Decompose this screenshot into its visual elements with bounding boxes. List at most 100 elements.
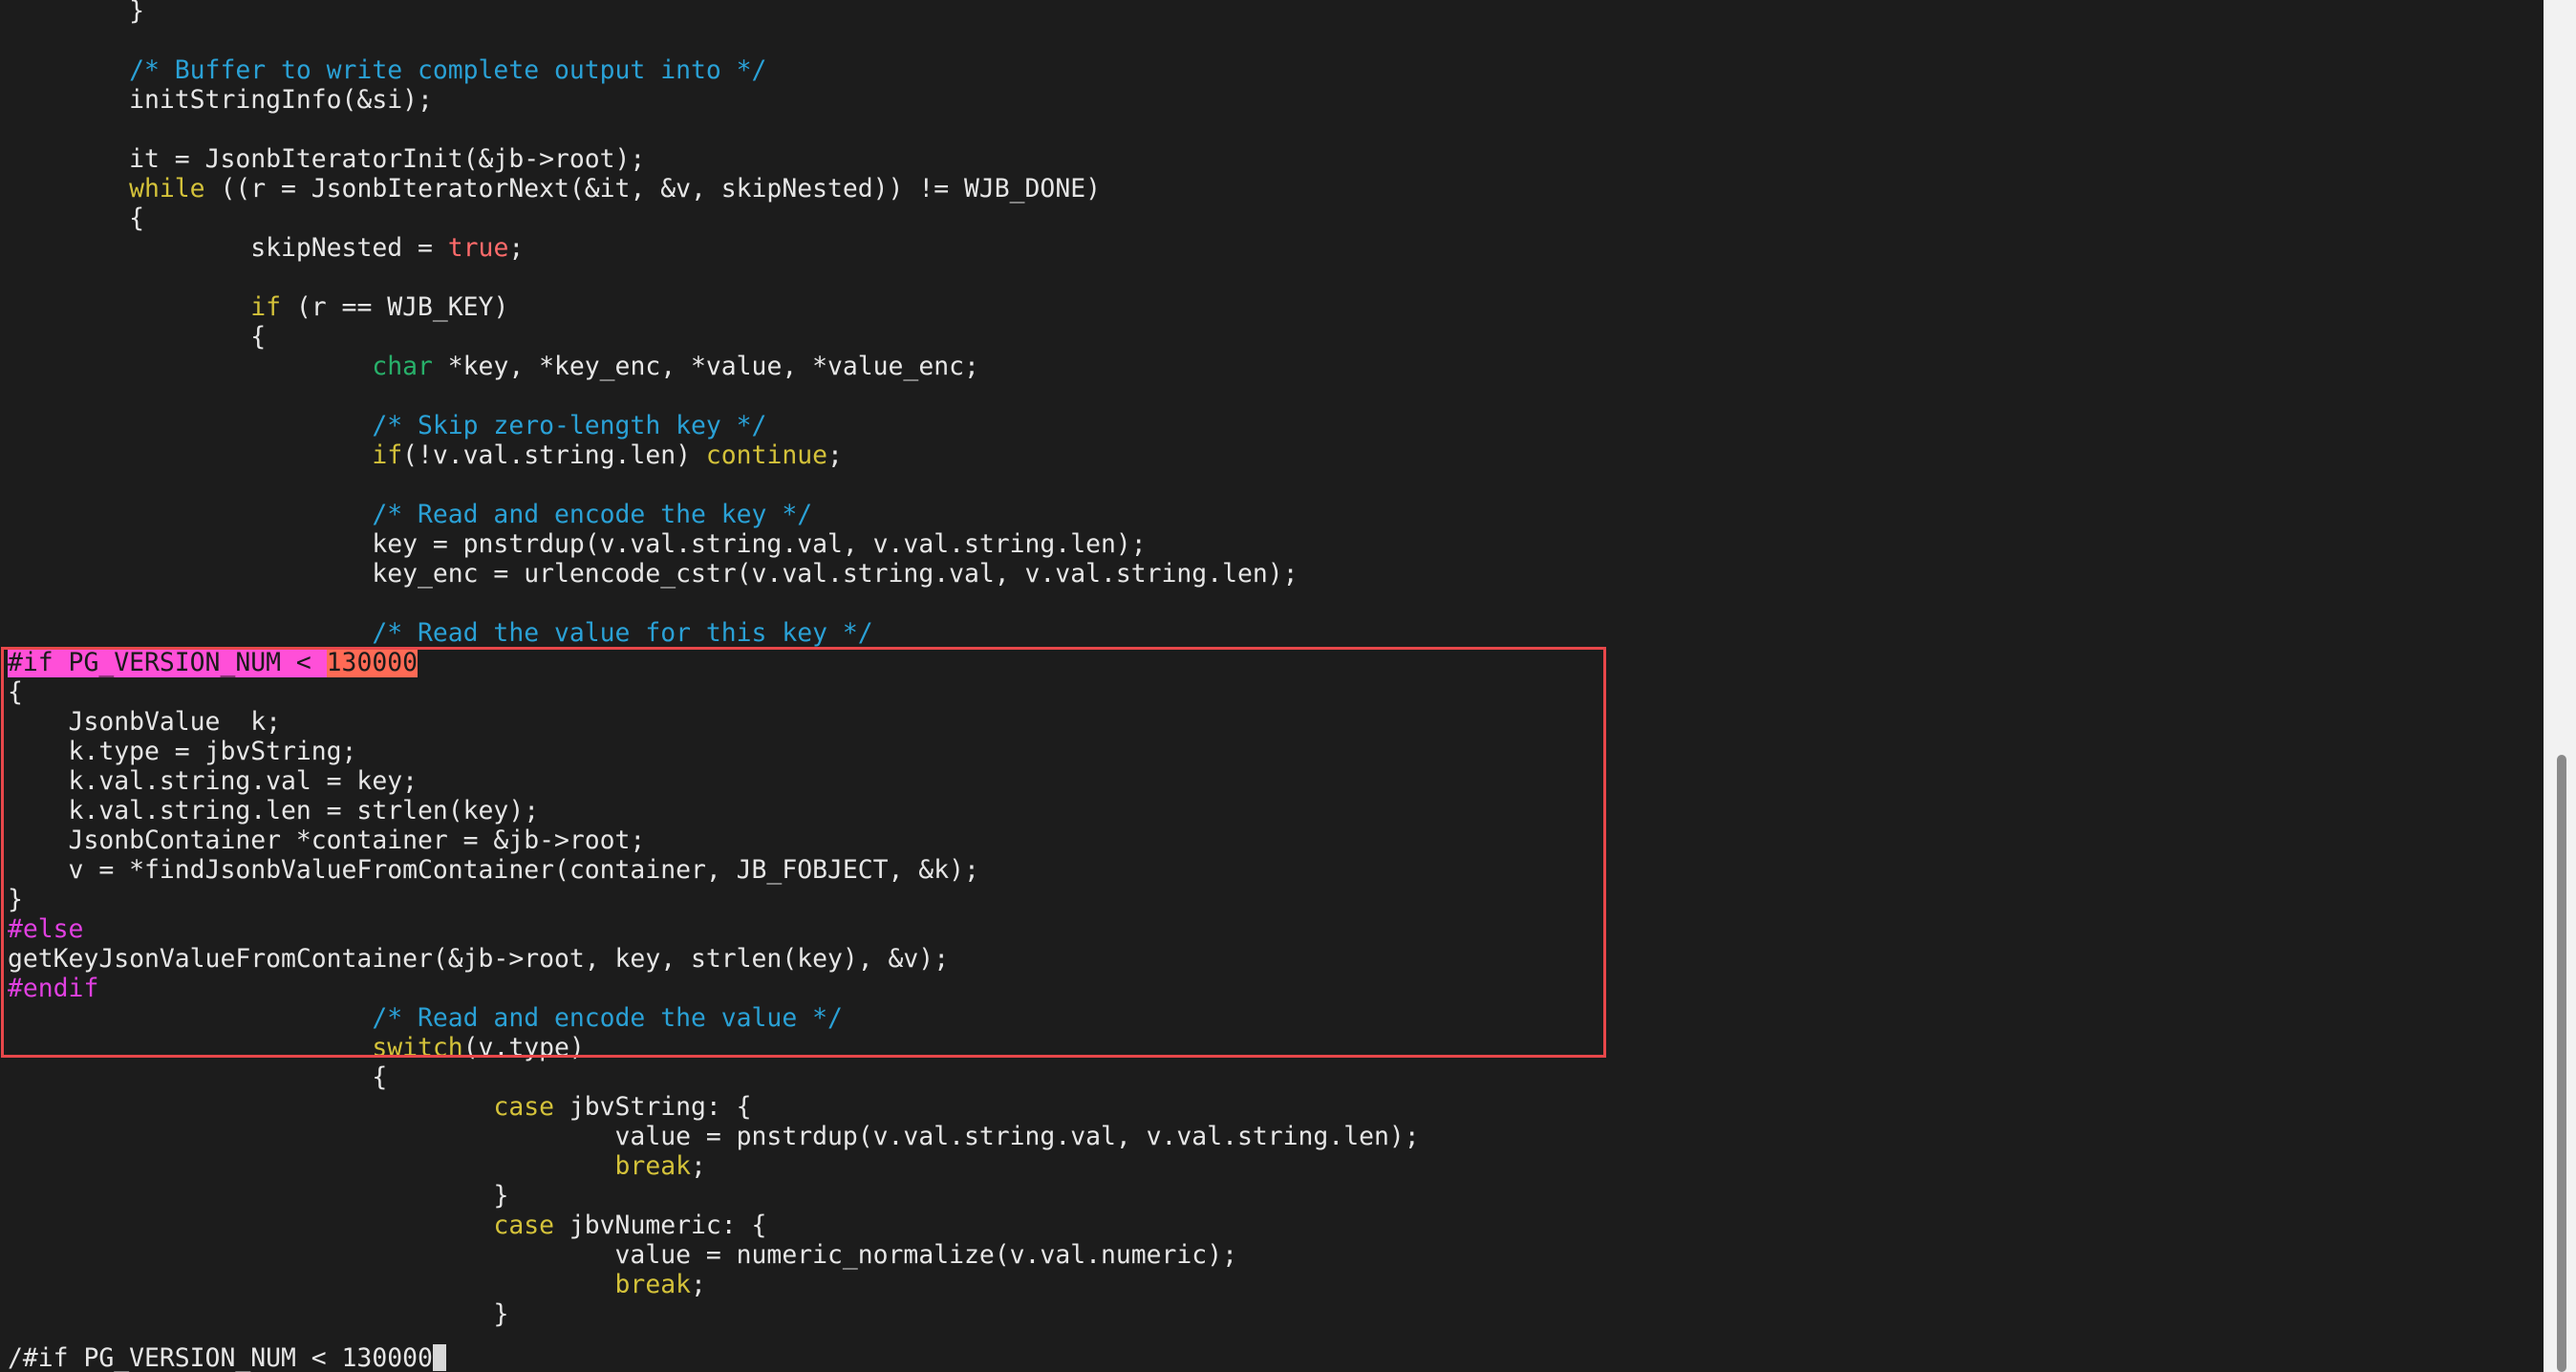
- code-token: case: [493, 1092, 554, 1122]
- code-token: }: [8, 0, 144, 26]
- code-token: skipNested =: [8, 233, 448, 263]
- code-token: /* Read the value for this key */: [8, 618, 873, 648]
- code-token: #endif: [8, 974, 99, 1003]
- code-token: case: [493, 1211, 554, 1240]
- code-line: #if PG_VERSION_NUM < 130000: [8, 648, 419, 677]
- code-token: k.val.string.len = strlen(key);: [8, 796, 540, 825]
- code-line: /* Buffer to write complete output into …: [8, 55, 766, 85]
- code-line: k.type = jbvString;: [8, 737, 357, 766]
- code-line: /* Skip zero-length key */: [8, 411, 766, 440]
- code-line: key = pnstrdup(v.val.string.val, v.val.s…: [8, 529, 1146, 559]
- code-token: value = numeric_normalize(v.val.numeric)…: [8, 1240, 1237, 1270]
- code-token: continue: [705, 440, 827, 470]
- code-token: ;: [691, 1270, 706, 1299]
- code-token: k.type = jbvString;: [8, 737, 357, 766]
- code-line: }: [8, 1299, 508, 1329]
- code-line: if (r == WJB_KEY): [8, 292, 508, 322]
- code-line: char *key, *key_enc, *value, *value_enc;: [8, 352, 979, 381]
- code-line: break;: [8, 1151, 706, 1181]
- code-line: case jbvNumeric: {: [8, 1211, 766, 1240]
- search-match-text: 130000: [326, 648, 419, 677]
- code-token: it = JsonbIteratorInit(&jb->root);: [8, 144, 646, 174]
- code-token: key_enc = urlencode_cstr(v.val.string.va…: [8, 559, 1299, 589]
- code-line: key_enc = urlencode_cstr(v.val.string.va…: [8, 559, 1299, 589]
- vim-editor-buffer[interactable]: } /* Buffer to write complete output int…: [0, 0, 2542, 1338]
- code-token: jbvString: {: [554, 1092, 752, 1122]
- code-token: /* Read and encode the value */: [8, 1003, 843, 1033]
- code-token: if: [372, 440, 403, 470]
- code-token: /* Buffer to write complete output into …: [8, 55, 767, 85]
- code-line: }: [8, 0, 144, 26]
- code-line: while ((r = JsonbIteratorNext(&it, &v, s…: [8, 174, 1101, 204]
- code-line: JsonbValue k;: [8, 707, 281, 737]
- scrollbar-thumb[interactable]: [2557, 755, 2566, 1372]
- code-line: /* Read the value for this key */: [8, 618, 873, 648]
- code-token: break: [614, 1270, 691, 1299]
- code-token: (!v.val.string.len): [402, 440, 706, 470]
- code-token: ((r = JsonbIteratorNext(&it, &v, skipNes…: [204, 174, 1101, 204]
- search-command-text: /#if PG_VERSION_NUM < 130000: [8, 1343, 433, 1372]
- code-line: if(!v.val.string.len) continue;: [8, 440, 843, 470]
- code-token: }: [8, 1299, 509, 1329]
- code-line: k.val.string.val = key;: [8, 766, 418, 796]
- code-line: break;: [8, 1270, 706, 1299]
- code-line: {: [8, 677, 23, 707]
- code-token: while: [129, 174, 205, 204]
- code-token: {: [8, 322, 267, 352]
- code-line: case jbvString: {: [8, 1092, 752, 1122]
- code-token: /* Skip zero-length key */: [8, 411, 767, 440]
- code-line: initStringInfo(&si);: [8, 85, 433, 115]
- code-line: }: [8, 1181, 508, 1211]
- code-token: #else: [8, 914, 84, 944]
- code-token: value = pnstrdup(v.val.string.val, v.val…: [8, 1122, 1420, 1151]
- code-token: JsonbValue k;: [8, 707, 281, 737]
- code-token: ;: [827, 440, 843, 470]
- code-token: {: [8, 677, 23, 707]
- code-token: char: [372, 352, 433, 381]
- code-line: v = *findJsonbValueFromContainer(contain…: [8, 855, 979, 885]
- terminal-window: } /* Buffer to write complete output int…: [0, 0, 2576, 1372]
- code-line: value = pnstrdup(v.val.string.val, v.val…: [8, 1122, 1420, 1151]
- code-line: {: [8, 322, 266, 352]
- code-token: jbvNumeric: {: [554, 1211, 767, 1240]
- code-token: ;: [691, 1151, 706, 1181]
- code-token: v = *findJsonbValueFromContainer(contain…: [8, 855, 979, 885]
- code-token: k.val.string.val = key;: [8, 766, 418, 796]
- code-line: it = JsonbIteratorInit(&jb->root);: [8, 144, 645, 174]
- code-line: {: [8, 1062, 387, 1092]
- code-token: ;: [508, 233, 525, 263]
- code-line: }: [8, 885, 23, 914]
- code-token: JsonbContainer *container = &jb->root;: [8, 825, 646, 855]
- code-line: k.val.string.len = strlen(key);: [8, 796, 540, 825]
- code-token: (r == WJB_KEY): [281, 292, 509, 322]
- code-token: getKeyJsonValueFromContainer(&jb->root, …: [8, 944, 950, 974]
- vim-command-line[interactable]: /#if PG_VERSION_NUM < 130000: [8, 1343, 446, 1372]
- code-token: }: [8, 1181, 509, 1211]
- code-token: switch: [372, 1033, 463, 1062]
- code-token: /* Read and encode the key */: [8, 500, 813, 529]
- code-line: /* Read and encode the key */: [8, 500, 812, 529]
- code-token: {: [8, 204, 144, 233]
- code-token: break: [614, 1151, 691, 1181]
- search-match-text: #if PG_VERSION_NUM <: [8, 648, 327, 677]
- code-line: JsonbContainer *container = &jb->root;: [8, 825, 646, 855]
- code-token: true: [447, 233, 509, 263]
- code-token: }: [8, 885, 23, 914]
- code-line: getKeyJsonValueFromContainer(&jb->root, …: [8, 944, 949, 974]
- code-line: skipNested = true;: [8, 233, 524, 263]
- code-token: (v.type): [462, 1033, 585, 1062]
- code-token: initStringInfo(&si);: [8, 85, 433, 115]
- code-token: if: [250, 292, 281, 322]
- text-cursor: [432, 1344, 446, 1371]
- code-line: /* Read and encode the value */: [8, 1003, 843, 1033]
- code-line: #else: [8, 914, 83, 944]
- code-line: value = numeric_normalize(v.val.numeric)…: [8, 1240, 1237, 1270]
